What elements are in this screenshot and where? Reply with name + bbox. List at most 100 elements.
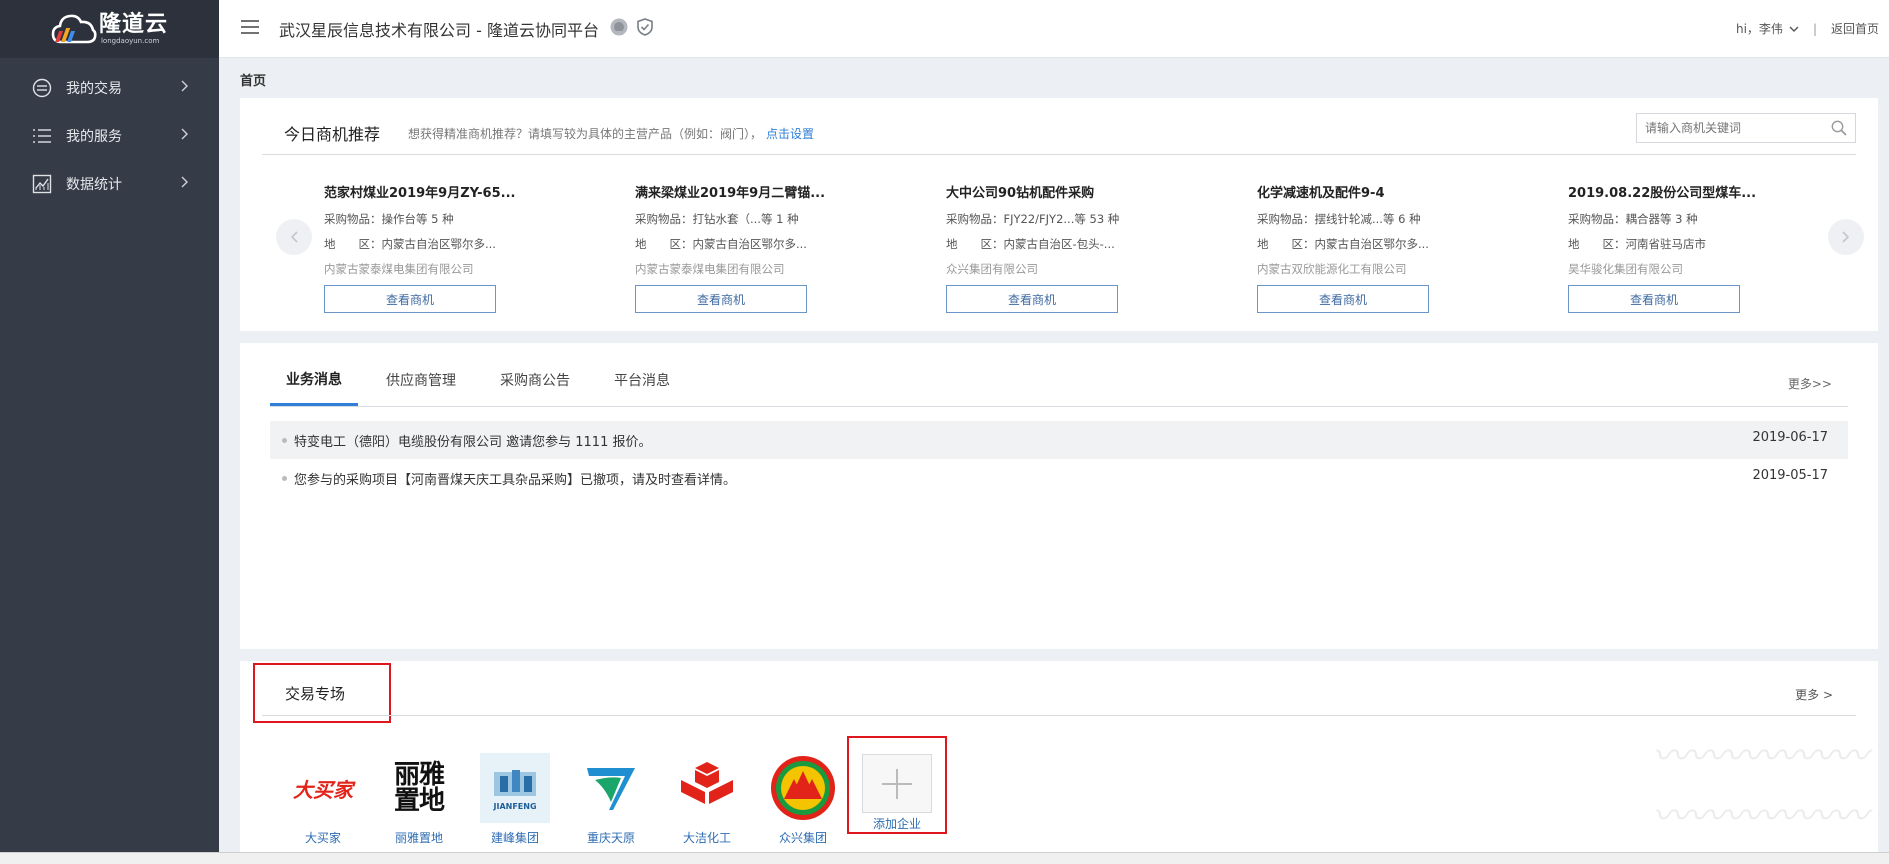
zhongxing-logo — [768, 753, 838, 823]
opportunity-search — [1636, 113, 1856, 143]
message-date: 2019-05-17 — [1752, 468, 1828, 483]
user-greeting: hi，李伟 — [1735, 22, 1783, 36]
liya-logo: 丽雅 置地 — [393, 760, 445, 816]
company-item[interactable]: 大洁化工 — [659, 753, 755, 846]
view-opportunity-button[interactable]: 查看商机 — [635, 285, 807, 313]
messages-panel: 业务消息 供应商管理 采购商公告 平台消息 更多>> 特变电工（德阳）电缆股份有… — [240, 343, 1878, 649]
list-icon — [30, 124, 54, 148]
sidebar-item-label: 我的服务 — [66, 129, 122, 145]
recommend-hint: 想获得精准商机推荐？请填写较为具体的主营产品（例如：阀门）， — [408, 126, 763, 141]
divider — [262, 715, 1856, 716]
opportunity-title[interactable]: 范家村煤业2019年9月ZY-65... — [324, 182, 635, 201]
opportunity-area: 地 区：内蒙古自治区鄂尔多... — [324, 237, 496, 251]
add-company-label: 添加企业 — [872, 817, 921, 831]
certification-badge-icon[interactable] — [609, 17, 629, 41]
opportunity-card: 2019.08.22股份公司型煤车... 采购物品：耦合器等 3 种 地 区：河… — [1568, 182, 1828, 313]
recommend-title: 今日商机推荐 — [284, 125, 381, 144]
tab-platform-messages[interactable]: 平台消息 — [598, 354, 686, 406]
decorative-watermark: 〰〰〰〰〰〰 〰〰〰〰〰〰 — [1651, 736, 1868, 837]
company-item[interactable]: 大买家 大买家 — [275, 753, 371, 846]
dajie-logo — [672, 753, 742, 823]
company-item[interactable]: JIANFENG 建峰集团 — [467, 753, 563, 846]
tianyuan-logo — [576, 753, 646, 823]
messages-more-link[interactable]: 更多>> — [1788, 375, 1832, 392]
logo-domain: longdaoyun.com — [100, 36, 160, 45]
page-title: 武汉星辰信息技术有限公司 - 隆道云协同平台 — [279, 20, 599, 40]
search-icon[interactable] — [1831, 120, 1847, 140]
opportunity-title[interactable]: 化学减速机及配件9-4 — [1257, 182, 1568, 201]
view-opportunity-button[interactable]: 查看商机 — [946, 285, 1118, 313]
company-item[interactable]: 重庆天原 — [563, 753, 659, 846]
company-item[interactable]: 众兴集团 — [755, 753, 851, 846]
menu-toggle-icon[interactable] — [241, 19, 263, 38]
company-name: 建峰集团 — [490, 831, 539, 845]
sidebar-item-statistics[interactable]: 数据统计 — [0, 160, 219, 208]
opportunity-list: 范家村煤业2019年9月ZY-65... 采购物品：操作台等 5 种 地 区：内… — [324, 182, 1828, 313]
opportunity-card: 满来梁煤业2019年9月二臂锚... 采购物品：打钻水套（...等 1 种 地 … — [635, 182, 946, 313]
sidebar-item-my-service[interactable]: 我的服务 — [0, 112, 219, 160]
company-name: 重庆天原 — [586, 831, 635, 845]
add-company-button[interactable]: 添加企业 — [847, 736, 947, 834]
divider: | — [1812, 21, 1817, 36]
message-date: 2019-06-17 — [1752, 430, 1828, 445]
message-item[interactable]: 特变电工（德阳）电缆股份有限公司 邀请您参与 1111 报价。 2019-06-… — [270, 421, 1848, 459]
opportunity-company: 内蒙古蒙泰煤电集团有限公司 — [324, 262, 474, 276]
company-name: 丽雅置地 — [394, 831, 443, 845]
sidebar-item-label: 我的交易 — [66, 81, 122, 97]
opportunity-title[interactable]: 大中公司90钻机配件采购 — [946, 182, 1257, 201]
tab-business-messages[interactable]: 业务消息 — [270, 354, 358, 406]
opportunity-title[interactable]: 2019.08.22股份公司型煤车... — [1568, 182, 1828, 201]
opportunity-area: 地 区：内蒙古自治区鄂尔多... — [635, 237, 807, 251]
chevron-right-icon — [181, 80, 189, 96]
shield-icon[interactable] — [637, 17, 653, 40]
back-home-link[interactable]: 返回首页 — [1831, 20, 1879, 37]
status-bar — [0, 852, 1889, 864]
tab-supplier-management[interactable]: 供应商管理 — [370, 354, 472, 406]
company-name: 大买家 — [304, 831, 341, 845]
chevron-right-icon — [181, 128, 189, 144]
cloud-logo-icon — [51, 14, 97, 44]
opportunity-card: 大中公司90钻机配件采购 采购物品：FJY22/FJY2...等 53 种 地 … — [946, 182, 1257, 313]
opportunity-goods: 采购物品：操作台等 5 种 — [324, 212, 454, 226]
view-opportunity-button[interactable]: 查看商机 — [324, 285, 496, 313]
damaijia-logo: 大买家 — [293, 777, 353, 802]
settings-link[interactable]: 点击设置 — [766, 125, 814, 142]
user-menu[interactable]: hi，李伟 — [1736, 20, 1799, 37]
company-name: 大洁化工 — [682, 831, 731, 845]
chevron-down-icon — [1789, 22, 1799, 36]
bullet-icon — [282, 475, 287, 481]
breadcrumb[interactable]: 首页 — [240, 70, 266, 89]
bullet-icon — [282, 437, 287, 443]
chevron-right-icon — [1842, 231, 1850, 243]
tab-buyer-announcements[interactable]: 采购商公告 — [484, 354, 586, 406]
sidebar-item-label: 数据统计 — [66, 177, 122, 193]
opportunity-area: 地 区：内蒙古自治区鄂尔多... — [1257, 237, 1429, 251]
company-item[interactable]: 丽雅 置地 丽雅置地 — [371, 753, 467, 846]
user-area: hi，李伟 | 返回首页 — [1736, 20, 1879, 37]
chart-icon — [30, 172, 54, 196]
recommend-header: 今日商机推荐 想获得精准商机推荐？请填写较为具体的主营产品（例如：阀门）， 点击… — [262, 112, 1856, 155]
trading-more-link[interactable]: 更多 > — [1795, 686, 1833, 703]
search-input[interactable] — [1645, 121, 1825, 135]
carousel-prev-button[interactable] — [276, 219, 312, 255]
top-bar: 武汉星辰信息技术有限公司 - 隆道云协同平台 hi，李伟 | 返回首页 — [219, 0, 1889, 58]
message-text: 特变电工（德阳）电缆股份有限公司 邀请您参与 1111 报价。 — [294, 434, 652, 450]
opportunity-goods: 采购物品：摆线针轮减...等 6 种 — [1257, 212, 1421, 226]
opportunity-company: 内蒙古双欣能源化工有限公司 — [1257, 262, 1407, 276]
sidebar-nav: 我的交易 我的服务 数据统计 — [0, 58, 219, 208]
trading-title: 交易专场 — [253, 663, 391, 723]
carousel-next-button[interactable] — [1828, 219, 1864, 255]
opportunity-title[interactable]: 满来梁煤业2019年9月二臂锚... — [635, 182, 946, 201]
plus-icon — [862, 754, 932, 813]
view-opportunity-button[interactable]: 查看商机 — [1257, 285, 1429, 313]
chevron-right-icon — [181, 176, 189, 192]
view-opportunity-button[interactable]: 查看商机 — [1568, 285, 1740, 313]
message-item[interactable]: 您参与的采购项目【河南晋煤天庆工具杂品采购】已撤项，请及时查看详情。 2019-… — [270, 459, 1848, 497]
message-text: 您参与的采购项目【河南晋煤天庆工具杂品采购】已撤项，请及时查看详情。 — [294, 472, 737, 488]
company-list: 大买家 大买家 丽雅 置地 丽雅置地 JIANFENG 建峰集团 重庆天原 大洁… — [275, 753, 851, 846]
opportunity-goods: 采购物品：打钻水套（...等 1 种 — [635, 212, 799, 226]
trading-panel: 交易专场 更多 > 大买家 大买家 丽雅 置地 丽雅置地 JIANFENG 建峰… — [240, 661, 1878, 864]
message-tabs: 业务消息 供应商管理 采购商公告 平台消息 更多>> — [270, 355, 1848, 407]
logo[interactable]: 隆道云 longdaoyun.com — [0, 0, 219, 58]
sidebar-item-my-trade[interactable]: 我的交易 — [0, 64, 219, 112]
